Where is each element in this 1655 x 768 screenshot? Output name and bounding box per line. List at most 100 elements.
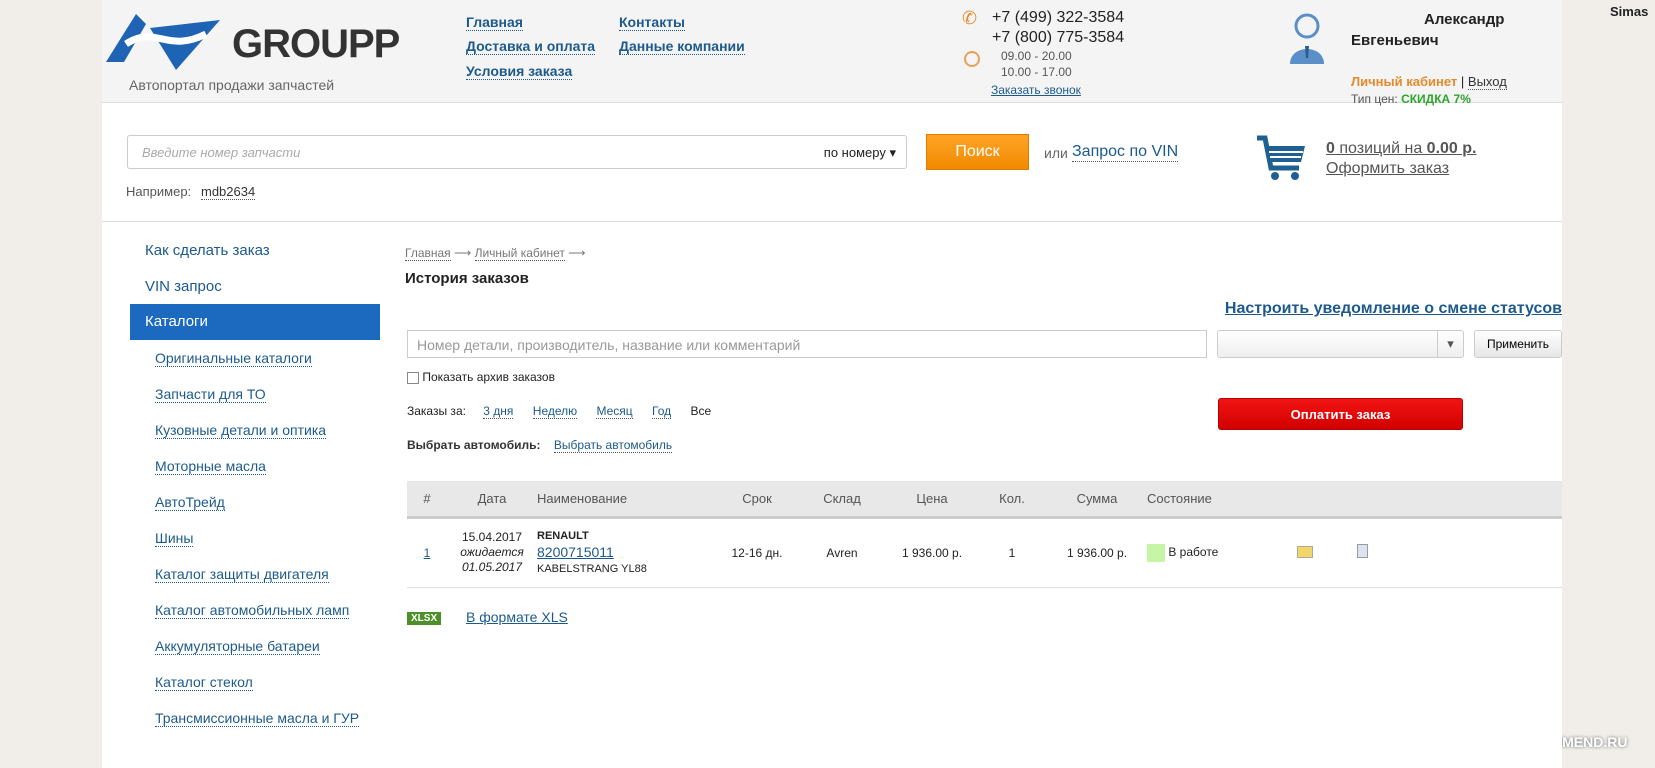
- example-label: Например:: [126, 184, 192, 199]
- order-date: 15.04.2017: [461, 530, 523, 544]
- search-button[interactable]: Поиск: [926, 134, 1029, 170]
- car-label: Выбрать автомобиль:: [407, 438, 541, 452]
- col-status: Состояние: [1147, 490, 1212, 506]
- caret-down-icon: ▾: [889, 145, 896, 160]
- term: 12-16 дн.: [731, 545, 783, 560]
- status-select[interactable]: ▾: [1217, 330, 1464, 358]
- nav-delivery[interactable]: Доставка и оплата: [466, 38, 596, 55]
- part-number-link[interactable]: 8200715011: [537, 544, 614, 560]
- logout-link[interactable]: Выход: [1467, 74, 1507, 90]
- table-header: # Дата Наименование Срок Склад Цена Кол.…: [407, 481, 1562, 517]
- period-filter: Заказы за: 3 дня Неделю Месяц Год Все: [407, 404, 711, 419]
- col-stock: Склад: [823, 490, 861, 506]
- breadcrumb-cabinet[interactable]: Личный кабинет: [474, 246, 565, 261]
- sidebar-subitem[interactable]: АвтоТрейд: [155, 494, 225, 511]
- sidebar-subitem[interactable]: Трансмиссионные масла и ГУР: [155, 710, 360, 727]
- col-name: Наименование: [537, 490, 628, 506]
- example-link[interactable]: mdb2634: [201, 184, 256, 200]
- cart-summary[interactable]: 0 позиций на 0.00 р.: [1326, 140, 1476, 158]
- nav-home[interactable]: Главная: [466, 14, 523, 31]
- orders-table: # Дата Наименование Срок Склад Цена Кол.…: [407, 481, 1562, 588]
- period-month[interactable]: Месяц: [596, 404, 633, 419]
- sidebar-item-catalogs[interactable]: Каталоги: [130, 304, 380, 340]
- sidebar-subitem[interactable]: Моторные масла: [155, 458, 266, 475]
- sidebar-item-how-to-order[interactable]: Как сделать заказ: [145, 242, 270, 259]
- document-icon[interactable]: [1357, 544, 1368, 558]
- sidebar-subitem[interactable]: Каталог стекол: [155, 674, 253, 691]
- export-xls-link[interactable]: В формате XLS: [466, 609, 568, 625]
- message-edit-icon[interactable]: [1297, 546, 1313, 558]
- user-links: Личный кабинет | Выход: [1351, 74, 1507, 90]
- checkout-link[interactable]: Оформить заказ: [1326, 160, 1449, 178]
- sidebar-subitem[interactable]: Каталог защиты двигателя: [155, 566, 329, 583]
- sidebar-item-vin[interactable]: VIN запрос: [145, 278, 222, 295]
- col-qty: Кол.: [999, 490, 1025, 506]
- main-content: Главная ⟶ Личный кабинет ⟶ История заказ…: [405, 232, 1562, 632]
- table-row: 1 15.04.2017 ожидается 01.05.2017 RENAULT 8…: [407, 517, 1562, 587]
- breadcrumb-home[interactable]: Главная: [405, 246, 451, 261]
- archive-label: Показать архив заказов: [422, 370, 555, 384]
- archive-checkbox[interactable]: [407, 371, 419, 384]
- order-filter-input[interactable]: Номер детали, производитель, название ил…: [407, 330, 1207, 358]
- cart-mid: позиций на: [1334, 140, 1427, 157]
- notify-settings-link[interactable]: Настроить уведомление о смене статусов: [1225, 300, 1562, 318]
- apply-button[interactable]: Применить: [1474, 330, 1562, 358]
- phone-icon: ✆: [962, 8, 978, 28]
- logo-icon[interactable]: [106, 14, 226, 70]
- filter-placeholder: Номер детали, производитель, название ил…: [417, 337, 801, 353]
- period-all[interactable]: Все: [690, 404, 711, 418]
- part-description: KABELSTRANG YL88: [537, 563, 647, 575]
- part-search-input[interactable]: Введите номер запчасти по номеру ▾: [127, 135, 907, 169]
- col-price: Цена: [916, 490, 948, 506]
- period-year[interactable]: Год: [652, 404, 672, 419]
- cabinet-link[interactable]: Личный кабинет: [1351, 74, 1457, 89]
- clock-icon: [964, 51, 980, 67]
- caret-down-icon: ▾: [1437, 331, 1463, 357]
- nav-contacts[interactable]: Контакты: [619, 14, 686, 31]
- arrow-right-icon: ⟶: [568, 246, 586, 260]
- archive-checkbox-row[interactable]: Показать архив заказов: [407, 370, 555, 384]
- order-number-link[interactable]: 1: [424, 546, 431, 560]
- sidebar-subitem[interactable]: Аккумуляторные батареи: [155, 638, 320, 655]
- brand: RENAULT: [537, 530, 589, 542]
- hours-1: 09.00 - 20.00: [1001, 49, 1072, 63]
- qty: 1: [1008, 545, 1016, 560]
- col-term: Срок: [742, 490, 772, 506]
- user-first-name: Александр: [1424, 11, 1505, 28]
- status-color-swatch: [1147, 543, 1165, 562]
- phone-2: +7 (800) 775-3584: [992, 29, 1125, 46]
- cart-count: 0: [1326, 140, 1335, 157]
- nav-company[interactable]: Данные компании: [619, 38, 745, 55]
- sidebar-subitem[interactable]: Запчасти для ТО: [155, 386, 266, 403]
- phone-1: +7 (499) 322-3584: [992, 9, 1125, 26]
- period-label: Заказы за:: [407, 404, 466, 418]
- sidebar-subitem[interactable]: Оригинальные каталоги: [155, 350, 312, 367]
- pay-order-button[interactable]: Оплатить заказ: [1218, 398, 1463, 430]
- search-section: Введите номер запчасти по номеру ▾ Поиск…: [102, 104, 1562, 222]
- period-week[interactable]: Неделю: [532, 404, 578, 419]
- xlsx-icon: XLSX: [407, 612, 442, 625]
- logo-text: GROUPP: [232, 22, 400, 66]
- page-title: История заказов: [405, 270, 529, 287]
- user-avatar-icon: [1290, 13, 1324, 64]
- callback-link[interactable]: Заказать звонок: [991, 83, 1081, 97]
- period-3-days[interactable]: 3 дня: [483, 404, 514, 419]
- vin-request-link[interactable]: Запрос по VIN: [1072, 143, 1179, 162]
- separator: |: [1460, 74, 1465, 89]
- sidebar-subitem[interactable]: Кузовные детали и оптика: [155, 422, 327, 439]
- sidebar-subitem[interactable]: Шины: [155, 530, 194, 547]
- overlay-user: Simas: [1610, 4, 1649, 19]
- breadcrumb: Главная ⟶ Личный кабинет ⟶: [405, 246, 586, 261]
- nav-terms[interactable]: Условия заказа: [466, 63, 573, 80]
- hours-2: 10.00 - 17.00: [1001, 65, 1072, 79]
- search-mode-select[interactable]: по номеру ▾: [824, 145, 896, 161]
- sidebar-subitem[interactable]: Каталог автомобильных ламп: [155, 602, 350, 619]
- choose-car-link[interactable]: Выбрать автомобиль: [553, 438, 673, 453]
- arrow-right-icon: ⟶: [454, 246, 472, 260]
- sum: 1 936.00 р.: [1066, 545, 1128, 560]
- col-actions: [1247, 481, 1562, 517]
- cart-icon[interactable]: [1255, 134, 1307, 182]
- status-text: В работе: [1168, 544, 1219, 559]
- cart-sum: 0.00 р.: [1426, 140, 1477, 157]
- header: GROUPP Автопортал продажи запчастей Глав…: [102, 0, 1562, 106]
